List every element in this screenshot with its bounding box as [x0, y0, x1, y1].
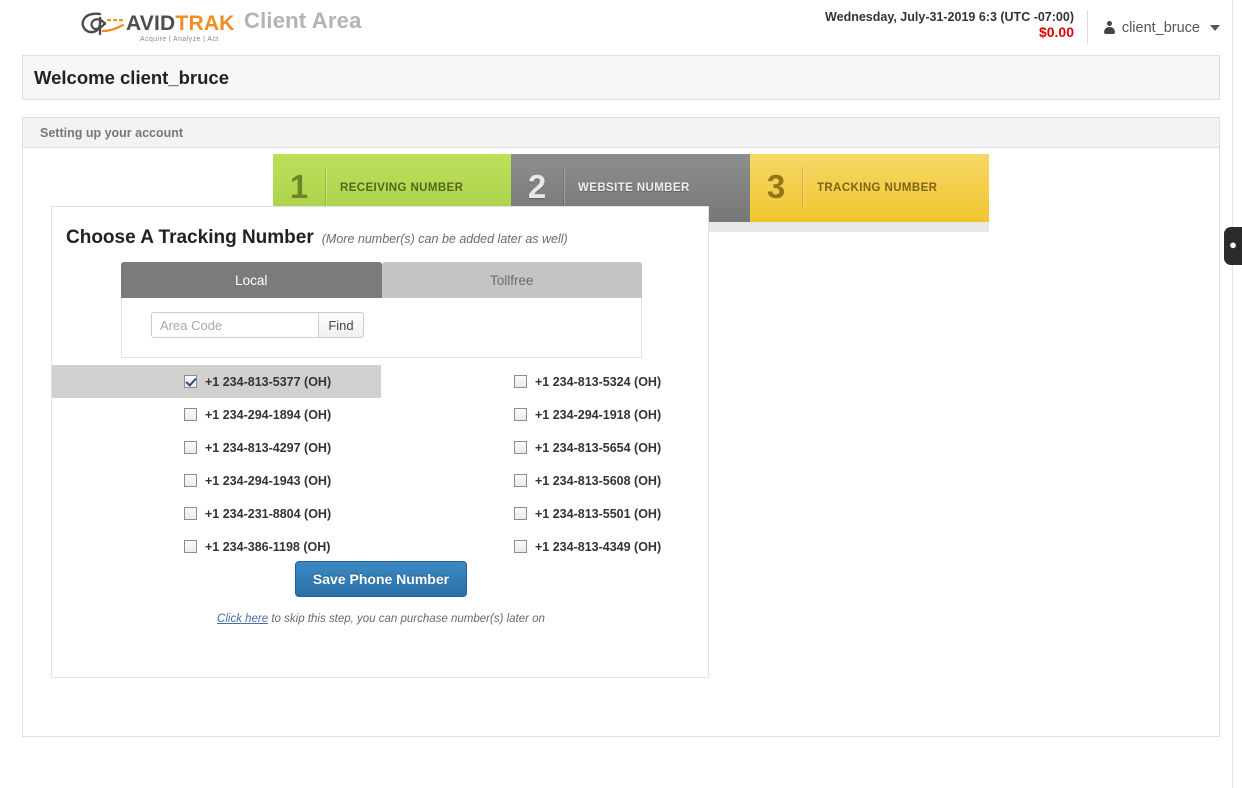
app-title: Client Area — [244, 8, 362, 33]
number-checkbox[interactable] — [184, 408, 197, 421]
number-option-row[interactable]: +1 234-813-5324 (OH) — [381, 365, 710, 398]
number-label: +1 234-294-1894 (OH) — [205, 407, 332, 422]
person-icon — [1103, 21, 1115, 35]
tab-local[interactable]: Local — [121, 262, 382, 298]
tab-tollfree[interactable]: Tollfree — [381, 262, 642, 298]
wizard-step-tracking-number[interactable]: 3 TRACKING NUMBER — [750, 154, 989, 222]
header-status-block: Wednesday, July-31-2019 6:3 (UTC -07:00)… — [825, 10, 1074, 40]
avidtrak-logo[interactable]: AVIDTRAK Acquire | Analyze | Act — [78, 8, 234, 48]
number-label: +1 234-813-5654 (OH) — [535, 440, 662, 455]
number-option-row[interactable]: +1 234-294-1918 (OH) — [381, 398, 710, 431]
number-option-row[interactable]: +1 234-813-5377 (OH) — [52, 365, 381, 398]
number-label: +1 234-813-5501 (OH) — [535, 506, 662, 521]
number-option-row[interactable]: +1 234-386-1198 (OH) — [52, 530, 381, 563]
number-type-tabs: Local Tollfree — [121, 262, 642, 298]
step-3-label: TRACKING NUMBER — [817, 182, 938, 194]
chevron-down-icon — [1210, 25, 1220, 31]
card-title: Choose A Tracking Number — [66, 227, 314, 248]
number-label: +1 234-386-1198 (OH) — [205, 539, 331, 554]
tab-panel-local: Find — [121, 298, 642, 358]
number-label: +1 234-813-4349 (OH) — [535, 539, 662, 554]
area-code-search: Find — [151, 312, 364, 338]
number-checkbox[interactable] — [514, 540, 527, 553]
number-checkbox[interactable] — [514, 408, 527, 421]
feedback-tab-glyph: ● — [1229, 237, 1237, 252]
page-title: Welcome client_bruce — [34, 66, 230, 88]
avidtrak-logo-icon — [81, 12, 125, 36]
skip-step-text: Click here to skip this step, you can pu… — [52, 613, 710, 625]
setup-section-title: Setting up your account — [40, 125, 184, 140]
number-label: +1 234-813-5324 (OH) — [535, 374, 662, 389]
skip-step-rest: to skip this step, you can purchase numb… — [268, 613, 545, 625]
number-option-row[interactable]: +1 234-813-4297 (OH) — [52, 431, 381, 464]
number-option-row[interactable]: +1 234-813-5654 (OH) — [381, 431, 710, 464]
number-option-row[interactable]: +1 234-294-1943 (OH) — [52, 464, 381, 497]
step-3-number: 3 — [766, 168, 786, 205]
step-1-number: 1 — [289, 168, 309, 205]
number-option-row[interactable]: +1 234-231-8804 (OH) — [52, 497, 381, 530]
logo-word-avid: AVID — [126, 12, 176, 35]
number-checkbox[interactable] — [184, 507, 197, 520]
number-option-row[interactable]: +1 234-294-1894 (OH) — [52, 398, 381, 431]
number-checkbox[interactable] — [184, 474, 197, 487]
feedback-tab[interactable]: ● — [1224, 227, 1242, 265]
account-balance: $0.00 — [1038, 24, 1074, 40]
find-button[interactable]: Find — [319, 312, 364, 338]
number-label: +1 234-813-4297 (OH) — [205, 440, 332, 455]
number-label: +1 234-813-5377 (OH) — [205, 374, 332, 389]
save-phone-number-button[interactable]: Save Phone Number — [294, 561, 468, 597]
number-type-tabs-wrap: Local Tollfree Find — [121, 262, 642, 358]
number-option-row[interactable]: +1 234-813-4349 (OH) — [381, 530, 710, 563]
number-option-row[interactable]: +1 234-813-5608 (OH) — [381, 464, 710, 497]
server-datetime: Wednesday, July-31-2019 6:3 (UTC -07:00) — [825, 10, 1074, 24]
available-numbers-grid: +1 234-813-5377 (OH) +1 234-813-5324 (OH)… — [52, 365, 710, 563]
user-menu-label: client_bruce — [1121, 20, 1200, 36]
step-2-label: WEBSITE NUMBER — [578, 182, 690, 194]
number-label: +1 234-813-5608 (OH) — [535, 473, 662, 488]
number-checkbox[interactable] — [514, 441, 527, 454]
logo-tagline: Acquire | Analyze | Act — [140, 36, 219, 43]
number-checkbox[interactable] — [514, 375, 527, 388]
setup-panel-header: Setting up your account — [23, 118, 1219, 148]
tracking-number-card: Choose A Tracking Number (More number(s)… — [51, 206, 709, 678]
number-checkbox[interactable] — [514, 474, 527, 487]
save-button-wrap: Save Phone Number — [52, 561, 710, 597]
user-menu[interactable]: client_bruce — [1103, 20, 1220, 36]
area-code-input[interactable] — [151, 312, 319, 338]
number-checkbox[interactable] — [184, 375, 197, 388]
logo-word-trak: TRAK — [175, 12, 235, 35]
number-label: +1 234-294-1943 (OH) — [205, 473, 332, 488]
setup-panel: Setting up your account 1 RECEIVING NUMB… — [22, 117, 1220, 737]
step-1-label: RECEIVING NUMBER — [340, 182, 464, 194]
number-checkbox[interactable] — [514, 507, 527, 520]
number-checkbox[interactable] — [184, 441, 197, 454]
welcome-panel: Welcome client_bruce — [22, 55, 1220, 100]
card-heading: Choose A Tracking Number (More number(s)… — [66, 227, 568, 249]
header-divider — [1087, 10, 1088, 44]
number-checkbox[interactable] — [184, 540, 197, 553]
page-edge-divider — [1232, 0, 1233, 788]
top-header: AVIDTRAK Acquire | Analyze | Act Client … — [0, 0, 1242, 55]
logo-wordmark: AVIDTRAK — [126, 12, 235, 36]
card-subtitle: (More number(s) can be added later as we… — [321, 232, 568, 246]
step-2-number: 2 — [527, 168, 547, 205]
number-option-row[interactable]: +1 234-813-5501 (OH) — [381, 497, 710, 530]
number-label: +1 234-231-8804 (OH) — [205, 506, 332, 521]
number-label: +1 234-294-1918 (OH) — [535, 407, 662, 422]
skip-step-link[interactable]: Click here — [217, 613, 268, 625]
